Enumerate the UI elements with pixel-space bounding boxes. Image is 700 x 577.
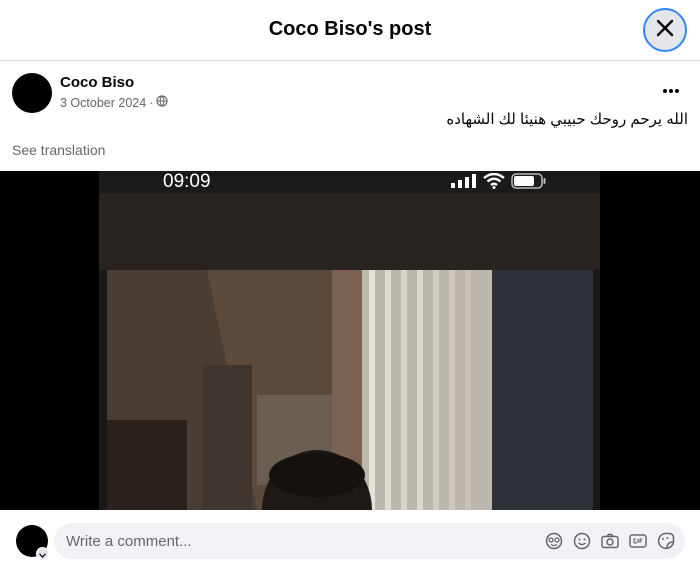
video-scene [107, 270, 593, 510]
sticker-icon[interactable] [656, 531, 676, 551]
wifi-icon [483, 172, 505, 194]
phone-status-bar: 09:09 [99, 171, 600, 193]
close-button[interactable] [643, 8, 687, 52]
post-header: Coco Biso 3 October 2024 · الله يرحم روح… [0, 61, 700, 171]
post-video[interactable]: 09:09 [0, 171, 700, 510]
see-translation-link[interactable]: See translation [12, 142, 105, 158]
gif-icon[interactable] [628, 531, 648, 551]
video-frame: 09:09 [99, 171, 600, 510]
status-icons [451, 172, 547, 194]
more-options-button[interactable] [655, 77, 687, 103]
chevron-down-icon [39, 545, 46, 563]
post-meta: 3 October 2024 · [60, 95, 168, 110]
profile-switch-button[interactable] [36, 547, 49, 560]
author-name[interactable]: Coco Biso [60, 74, 134, 91]
battery-icon [511, 173, 547, 194]
emoji-icon[interactable] [572, 531, 592, 551]
signal-icon [451, 174, 477, 193]
video-upper-area [99, 193, 600, 270]
post-date[interactable]: 3 October 2024 [60, 96, 146, 110]
post-text: الله يرحم روحك حبيبي هنيئا لك الشهاده [446, 111, 688, 128]
globe-icon [156, 95, 168, 110]
author-avatar[interactable] [12, 73, 52, 113]
camera-icon[interactable] [600, 531, 620, 551]
dialog-title: Coco Biso's post [268, 18, 432, 40]
comment-composer [0, 510, 700, 577]
avatar-sticker-icon[interactable] [544, 531, 564, 551]
phone-clock: 09:09 [163, 171, 211, 192]
comment-tools [544, 531, 676, 551]
close-icon [656, 19, 674, 42]
meta-separator: · [149, 95, 154, 110]
dialog-header: Coco Biso's post [0, 0, 700, 61]
more-horizontal-icon [662, 81, 680, 99]
